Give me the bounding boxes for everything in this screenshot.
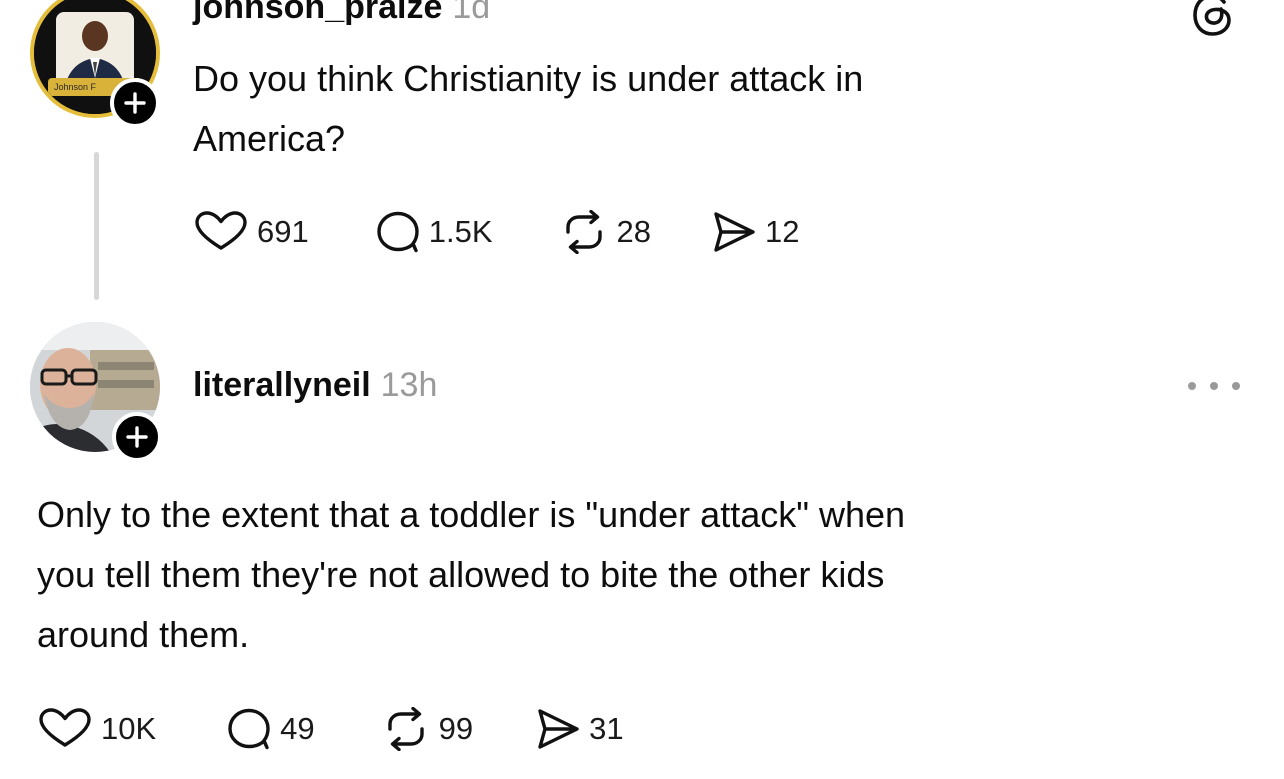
like-count: 691 [257, 214, 309, 249]
reply-count: 1.5K [428, 214, 493, 249]
plus-icon [124, 92, 146, 114]
post-text-line: Do you think Christianity is under attac… [193, 58, 864, 99]
heart-icon [39, 708, 91, 747]
more-icon-dot [1210, 382, 1218, 390]
comment-icon [377, 211, 419, 253]
repost-button[interactable]: 99 [381, 707, 473, 751]
post-text-line: around them. [37, 614, 250, 655]
share-count: 12 [765, 214, 800, 249]
avatar-caption: Johnson F [54, 82, 97, 92]
share-button[interactable]: 31 [535, 707, 624, 751]
post-actions: 10K 49 99 31 [37, 707, 624, 751]
send-icon [714, 212, 755, 252]
like-button[interactable]: 691 [193, 210, 309, 254]
like-button[interactable]: 10K [37, 707, 156, 751]
post-text: Only to the extent that a toddler is "un… [37, 485, 905, 665]
username-link[interactable]: johnson_praize [193, 0, 442, 26]
like-count: 10K [101, 711, 157, 746]
send-icon [538, 709, 579, 749]
reply-button[interactable]: 49 [226, 707, 315, 751]
share-count: 31 [589, 711, 624, 746]
repost-button[interactable]: 28 [559, 210, 651, 254]
repost-icon [565, 210, 602, 254]
heart-icon [195, 211, 247, 250]
more-icon [1188, 382, 1196, 390]
post-time: 1d [452, 0, 491, 26]
repost-count: 99 [438, 711, 474, 746]
repost-icon [387, 707, 424, 751]
post-text: Do you think Christianity is under attac… [193, 49, 863, 169]
post-text-line: America? [193, 118, 346, 159]
post-text-line: you tell them they're not allowed to bit… [37, 554, 885, 595]
threads-logo-icon[interactable] [1190, 0, 1236, 38]
plus-icon [126, 426, 148, 448]
repost-count: 28 [616, 214, 651, 249]
follow-button[interactable] [110, 78, 160, 128]
reply-count: 49 [280, 711, 315, 746]
thread-connector [94, 152, 99, 300]
username-link[interactable]: literallyneil [193, 366, 371, 404]
post-header: johnson_praize 1d [193, 0, 490, 27]
more-icon-dot [1232, 382, 1240, 390]
post-text-line: Only to the extent that a toddler is "un… [37, 494, 906, 535]
post-time: 13h [380, 366, 438, 404]
more-options-button[interactable] [1188, 374, 1240, 398]
share-button[interactable]: 12 [711, 210, 799, 254]
post-actions: 691 1.5K 28 12 [193, 210, 799, 254]
post-header: literallyneil 13h [193, 366, 437, 405]
follow-button[interactable] [112, 412, 162, 462]
comment-icon [228, 708, 270, 750]
reply-button[interactable]: 1.5K [375, 210, 493, 254]
